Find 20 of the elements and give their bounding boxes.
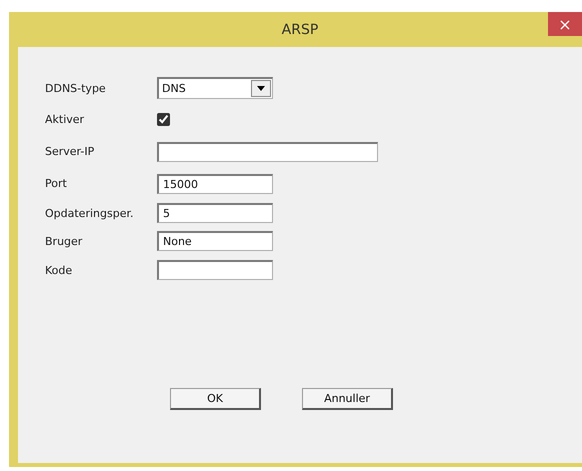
input-field[interactable]: 15000 [157,174,273,194]
checkbox[interactable] [157,112,170,126]
ddns-type-dropdown[interactable]: DNS [157,77,273,99]
field-label: Aktiver [45,112,86,126]
field-label: Kode [45,264,74,276]
field-label: Opdateringsper. [45,206,134,220]
dropdown-caret-icon[interactable] [251,80,271,97]
field-label: Server-IP [45,145,96,158]
close-button[interactable]: × [548,12,582,36]
input-field[interactable] [157,260,273,280]
dialog-button[interactable]: OK [170,388,261,410]
input-field[interactable]: 5 [157,203,273,223]
input-field[interactable] [157,142,378,162]
field-label: DDNS-type [45,82,107,94]
window-title: ARSP [282,22,318,38]
dropdown-value: DNS [161,82,186,95]
field-label: Bruger [45,234,84,248]
input-field[interactable]: None [157,231,273,251]
dialog-button[interactable]: Annuller [302,388,393,410]
field-label: Port [45,177,68,190]
